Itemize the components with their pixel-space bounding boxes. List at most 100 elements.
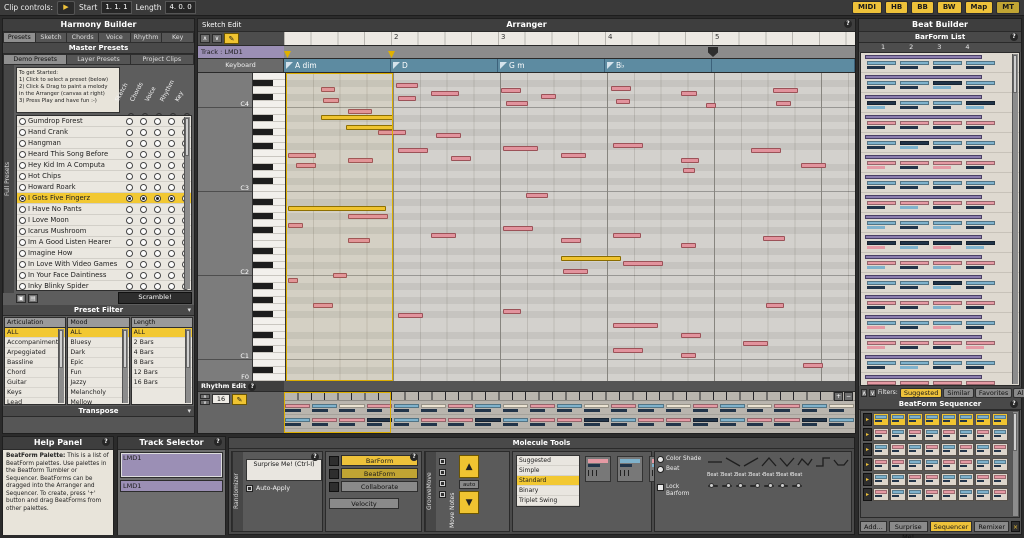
preset-filter-header[interactable]: Preset Filter▾ — [3, 305, 194, 316]
sequencer-scrollbar[interactable] — [1012, 412, 1018, 516]
beatform-glyph[interactable] — [867, 201, 896, 209]
filter-item[interactable]: Keys — [5, 388, 65, 398]
beatform-glyph[interactable] — [966, 221, 995, 229]
preset-radio[interactable] — [19, 272, 26, 279]
preset-layer-toggle[interactable] — [140, 261, 147, 268]
help-icon[interactable]: ? — [1010, 33, 1018, 41]
beatform-glyph[interactable] — [867, 101, 896, 109]
beatform-glyph[interactable] — [966, 381, 995, 386]
track-item[interactable]: LMD1 — [120, 452, 223, 478]
preset-layer-toggle[interactable] — [168, 206, 175, 213]
groove-checkbox[interactable] — [439, 469, 446, 476]
preset-radio[interactable] — [19, 250, 26, 257]
sequencer-cell[interactable] — [975, 428, 991, 441]
filter-item[interactable]: 16 Bars — [132, 378, 192, 388]
beatform-glyph[interactable] — [966, 241, 995, 249]
preset-layer-toggle[interactable] — [168, 184, 175, 191]
black-key[interactable] — [253, 227, 285, 234]
rhythm-lane[interactable]: + − — [284, 392, 855, 433]
rhythm-glyph[interactable] — [530, 418, 555, 426]
rhythm-glyph[interactable] — [584, 418, 609, 426]
beatform-glyph[interactable] — [900, 281, 929, 289]
beatform-glyph[interactable] — [966, 161, 995, 169]
preset-layer-toggle[interactable] — [126, 250, 133, 257]
filter-button-suggested[interactable]: Suggested — [900, 388, 943, 398]
preset-item[interactable]: Hot Chips — [17, 171, 191, 182]
black-key[interactable] — [253, 262, 285, 269]
preset-radio[interactable] — [19, 173, 26, 180]
velocity-button[interactable]: Velocity — [329, 498, 399, 509]
beatform-glyph[interactable] — [867, 141, 896, 149]
barform-item[interactable] — [861, 353, 1019, 373]
sequencer-row-button[interactable]: ▸ — [863, 428, 872, 441]
barform-item[interactable] — [861, 233, 1019, 253]
rhythm-glyph[interactable] — [829, 418, 854, 426]
beat-slider[interactable] — [791, 482, 805, 489]
tab-project-clips[interactable]: Project Clips — [131, 54, 194, 65]
filter-scrollbar[interactable] — [185, 329, 191, 403]
midi-note[interactable] — [681, 158, 699, 163]
beatform-glyph[interactable] — [966, 301, 995, 309]
beatform-glyph[interactable] — [966, 121, 995, 129]
black-key[interactable] — [253, 199, 285, 206]
preset-layer-toggle[interactable] — [168, 173, 175, 180]
tab-chords[interactable]: Chords — [67, 32, 99, 43]
preset-item[interactable]: Gumdrop Forest — [17, 116, 191, 127]
midi-note[interactable] — [431, 233, 456, 238]
beatform-glyph[interactable] — [966, 61, 995, 69]
preset-radio[interactable] — [19, 261, 26, 268]
zoom-in-button[interactable]: + — [834, 392, 843, 401]
midi-note[interactable] — [398, 148, 428, 153]
slider-knob[interactable] — [796, 483, 801, 488]
beatform-glyph[interactable] — [933, 301, 962, 309]
sequencer-cell[interactable] — [975, 413, 991, 426]
white-key[interactable] — [253, 374, 285, 381]
preset-radio[interactable] — [19, 206, 26, 213]
preset-layer-toggle[interactable] — [168, 239, 175, 246]
filter-item[interactable]: Accompaniment — [5, 338, 65, 348]
midi-note[interactable] — [613, 143, 643, 148]
preset-layer-toggle[interactable] — [140, 162, 147, 169]
rhythm-glyph[interactable] — [611, 404, 636, 412]
midi-note[interactable] — [611, 86, 631, 91]
midi-note[interactable] — [436, 133, 461, 138]
topbar-button-mt[interactable]: MT — [996, 1, 1020, 14]
preset-layer-toggle[interactable] — [154, 239, 161, 246]
rhythm-glyph[interactable] — [802, 404, 827, 412]
play-icon[interactable]: ▶ — [57, 1, 75, 15]
chord-section-empty[interactable] — [712, 59, 855, 72]
rhythm-glyph[interactable] — [530, 404, 555, 412]
beatform-glyph[interactable] — [933, 181, 962, 189]
midi-note[interactable] — [398, 96, 416, 101]
midi-note[interactable] — [681, 333, 701, 338]
preset-layer-toggle[interactable] — [168, 261, 175, 268]
track-item[interactable]: LMD1 — [120, 480, 223, 492]
tab-voice[interactable]: Voice — [99, 32, 131, 43]
mode-button-barform[interactable]: BarForm — [341, 455, 418, 466]
sequencer-cell[interactable] — [975, 443, 991, 456]
preset-layer-toggle[interactable] — [154, 184, 161, 191]
slider-knob[interactable] — [755, 483, 760, 488]
auto-button[interactable]: auto — [459, 480, 479, 489]
white-key[interactable] — [253, 325, 285, 332]
preset-layer-toggle[interactable] — [140, 118, 147, 125]
preset-item[interactable]: Icarus Mushroom — [17, 226, 191, 237]
white-key[interactable] — [253, 220, 285, 227]
sequencer-cell[interactable] — [890, 413, 906, 426]
curve-step-icon[interactable] — [815, 456, 831, 468]
help-icon[interactable]: ? — [1010, 400, 1018, 408]
preset-layer-toggle[interactable] — [168, 151, 175, 158]
beatform-glyph[interactable] — [867, 381, 896, 386]
preset-layer-toggle[interactable] — [126, 261, 133, 268]
filter-item[interactable]: Mellow — [68, 398, 128, 405]
scramble-button[interactable]: Scramble! — [118, 292, 192, 304]
white-key[interactable] — [253, 157, 285, 164]
sequencer-cell[interactable] — [975, 473, 991, 486]
preset-radio[interactable] — [19, 283, 26, 290]
preset-layer-toggle[interactable] — [126, 129, 133, 136]
chord-section[interactable]: D — [391, 59, 498, 72]
sequencer-row-button[interactable]: ▸ — [863, 413, 872, 426]
midi-note[interactable] — [613, 323, 658, 328]
sequencer-cell[interactable] — [890, 428, 906, 441]
beatform-glyph[interactable] — [933, 201, 962, 209]
